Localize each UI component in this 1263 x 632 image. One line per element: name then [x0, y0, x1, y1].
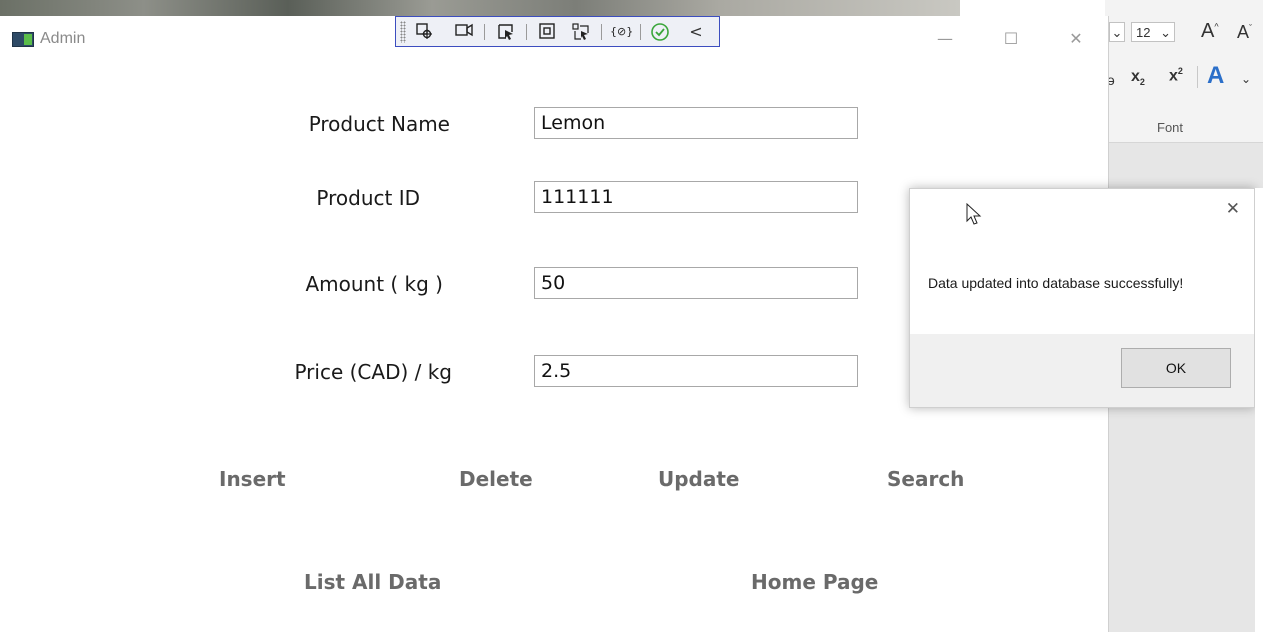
message-text: Data updated into database successfully!	[928, 275, 1184, 291]
font-size-dropdown[interactable]: 12 ⌄	[1131, 22, 1175, 42]
price-label: Price (CAD) / kg	[294, 360, 452, 384]
product-name-label: Product Name	[308, 112, 450, 136]
superscript-label: x	[1169, 67, 1178, 85]
superscript-button[interactable]: x2	[1169, 66, 1183, 85]
toolbar-separator	[601, 24, 602, 40]
ribbon-font-group: ⌄ 12 ⌄ A^ Aˇ ə x2 x2 A ⌄ Font	[1105, 0, 1263, 143]
track-focus-icon[interactable]	[571, 22, 591, 42]
toolbar-separator	[484, 24, 485, 40]
minimize-button[interactable]: —	[922, 24, 968, 54]
shrink-font-button[interactable]: Aˇ	[1237, 22, 1252, 43]
checkmark-icon[interactable]	[650, 22, 670, 42]
message-box-dialog: ✕ Data updated into database successfull…	[909, 188, 1255, 408]
text-effects-button[interactable]: A	[1207, 62, 1224, 90]
home-page-button[interactable]: Home Page	[751, 570, 878, 594]
amount-input[interactable]	[534, 267, 858, 299]
adorner-icon[interactable]	[537, 22, 557, 42]
collapse-icon[interactable]: <	[686, 22, 706, 42]
screen-edge	[1255, 188, 1263, 632]
grow-font-label: A	[1201, 20, 1215, 42]
product-id-input[interactable]	[534, 181, 858, 213]
record-icon[interactable]	[454, 22, 474, 42]
mouse-cursor-icon	[966, 203, 982, 225]
close-icon[interactable]: ✕	[1226, 199, 1240, 219]
amount-label: Amount ( kg )	[305, 272, 443, 296]
debug-toolbar: {⊘} <	[395, 16, 720, 47]
app-icon	[12, 32, 34, 47]
font-group-label: Font	[1157, 120, 1184, 135]
desktop-background	[0, 0, 960, 16]
pointer-icon[interactable]	[496, 22, 516, 42]
ribbon-font-size-row: ⌄ 12 ⌄ A^ Aˇ	[1105, 20, 1263, 46]
maximize-button[interactable]: ☐	[988, 24, 1034, 54]
message-box-footer: OK	[910, 334, 1254, 407]
font-size-value: 12	[1136, 25, 1151, 40]
subscript-label: x	[1131, 68, 1140, 85]
ribbon-separator	[1197, 66, 1198, 88]
binding-icon[interactable]: {⊘}	[610, 22, 633, 42]
grip-handle-icon[interactable]	[400, 21, 406, 43]
toolbar-separator	[526, 24, 527, 40]
grow-font-button[interactable]: A^	[1201, 20, 1219, 43]
toolbar-separator	[640, 24, 641, 40]
window-title: Admin	[40, 30, 86, 47]
close-button[interactable]: ✕	[1053, 24, 1099, 54]
chevron-down-icon[interactable]: ⌄	[1241, 72, 1251, 86]
list-all-data-button[interactable]: List All Data	[304, 570, 441, 594]
update-button[interactable]: Update	[658, 467, 740, 491]
ok-button[interactable]: OK	[1121, 348, 1231, 388]
font-name-dropdown-arrow[interactable]: ⌄	[1109, 22, 1125, 42]
shrink-font-label: A	[1237, 22, 1250, 42]
product-name-input[interactable]	[534, 107, 858, 139]
delete-button[interactable]: Delete	[459, 467, 533, 491]
search-button[interactable]: Search	[887, 467, 964, 491]
select-element-icon[interactable]	[414, 22, 434, 42]
text-effects-label: A	[1207, 62, 1225, 89]
price-input[interactable]	[534, 355, 858, 387]
chevron-down-icon: ⌄	[1160, 25, 1171, 40]
subscript-button[interactable]: x2	[1131, 68, 1145, 87]
insert-button[interactable]: Insert	[219, 467, 286, 491]
product-id-label: Product ID	[316, 186, 420, 210]
